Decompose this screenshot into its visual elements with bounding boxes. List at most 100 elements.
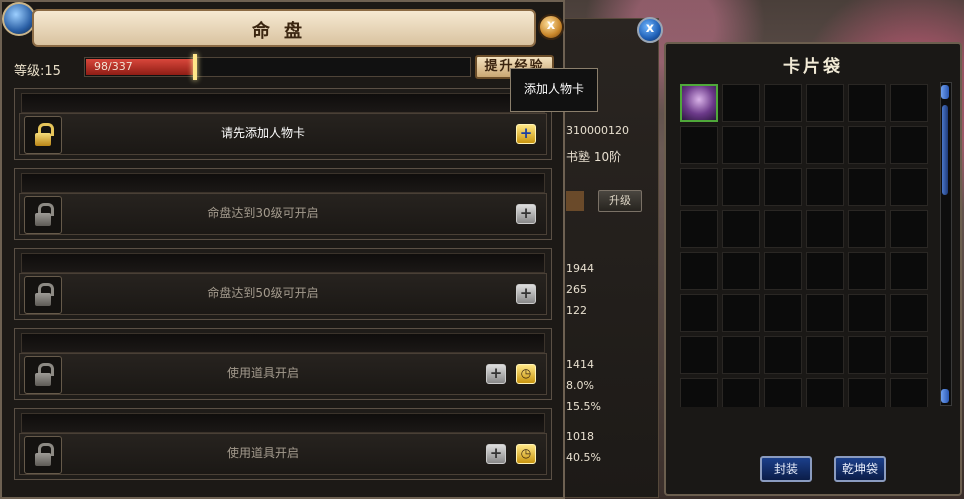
destiny-slot: 命盘达到50级可开启 + [14,248,552,320]
card-slot[interactable] [890,252,928,290]
stat-value: 书塾 10阶 [566,150,622,164]
card-slot[interactable] [848,294,886,332]
card-slot[interactable] [764,168,802,206]
card-slot[interactable] [806,126,844,164]
stat-value: 40.5% [566,451,601,464]
card-bag-title: 卡片袋 [783,57,843,77]
card-slot[interactable] [806,210,844,248]
card-slot[interactable] [890,210,928,248]
plus-icon[interactable]: + [516,284,536,304]
lock-icon [35,443,54,467]
tooltip: 添加人物卡 [510,68,598,112]
character-card-icon[interactable] [680,84,718,122]
card-slot[interactable] [890,336,928,374]
card-slot[interactable] [764,336,802,374]
card-slot[interactable] [722,210,760,248]
card-slot[interactable] [848,84,886,122]
lock-icon [35,203,54,227]
slot-header-strip [21,333,545,353]
card-slot[interactable] [680,378,718,407]
slot-body: 使用道具开启 + ◷ [19,433,547,475]
title-bar: 命盘 [32,9,536,47]
slot-text: 使用道具开启 [226,446,299,460]
slot-header-strip [21,413,545,433]
slot-header-strip [21,173,545,193]
card-slot[interactable] [764,252,802,290]
card-slot[interactable] [806,336,844,374]
card-bag-panel: 卡片袋 封装 乾坤袋 [664,42,962,496]
qiankun-bag-button[interactable]: 乾坤袋 [834,456,886,482]
card-slot[interactable] [848,336,886,374]
seal-button[interactable]: 封装 [760,456,812,482]
stat-value: 8.0% [566,379,594,392]
card-slot[interactable] [890,84,928,122]
slot-text: 使用道具开启 [226,366,299,380]
card-slot[interactable] [848,168,886,206]
destiny-slot: 请先添加人物卡 + [14,88,552,160]
card-slot[interactable] [722,378,760,407]
stat-value: 265 [566,283,587,296]
card-slot[interactable] [806,168,844,206]
card-slot[interactable] [848,126,886,164]
card-slot[interactable] [680,126,718,164]
card-slot[interactable] [722,126,760,164]
stat-value: 1018 [566,430,594,443]
slot-lock-box [24,356,62,394]
card-slot[interactable] [764,126,802,164]
card-slot[interactable] [806,84,844,122]
card-slot[interactable] [764,210,802,248]
card-slot[interactable] [680,336,718,374]
card-slot[interactable] [764,378,802,407]
card-slot[interactable] [680,294,718,332]
slot-lock-box [24,276,62,314]
card-slot[interactable] [680,168,718,206]
stat-value: 15.5% [566,400,601,413]
card-slot[interactable] [848,252,886,290]
clock-icon[interactable]: ◷ [516,364,536,384]
card-slot[interactable] [806,294,844,332]
card-slot[interactable] [890,126,928,164]
card-slot[interactable] [890,294,928,332]
card-slot[interactable] [848,378,886,407]
scroll-up-arrow[interactable] [941,85,949,99]
destiny-slot: 使用道具开启 + ◷ [14,408,552,480]
card-bag-scrollbar[interactable] [940,82,952,406]
card-slot[interactable] [680,210,718,248]
lock-icon [35,363,54,387]
slot-lock-box [24,196,62,234]
slot-text: 请先添加人物卡 [220,126,305,140]
card-slot[interactable] [722,84,760,122]
card-slot[interactable] [890,378,928,407]
card-slot[interactable] [890,168,928,206]
close-icon[interactable]: x [637,17,663,43]
destiny-slot: 命盘达到30级可开启 + [14,168,552,240]
card-slot[interactable] [764,294,802,332]
card-slot[interactable] [848,210,886,248]
card-slot[interactable] [764,84,802,122]
scroll-thumb[interactable] [942,105,948,195]
card-slot[interactable] [722,168,760,206]
card-slot[interactable] [722,252,760,290]
add-card-button[interactable]: + [516,124,536,144]
card-bag-grid [678,82,933,407]
card-slot[interactable] [722,336,760,374]
card-slot[interactable] [722,294,760,332]
stat-value: 122 [566,304,587,317]
clock-icon[interactable]: ◷ [516,444,536,464]
plus-icon[interactable]: + [486,364,506,384]
close-icon[interactable]: x [538,14,564,40]
card-slot[interactable] [680,252,718,290]
plus-icon[interactable]: + [486,444,506,464]
card-slot[interactable] [806,378,844,407]
exp-text: 98/337 [94,60,133,73]
slot-header-strip [21,253,545,273]
slot-body: 使用道具开启 + ◷ [19,353,547,395]
level-label: 等级:15 [14,64,61,79]
scroll-down-arrow[interactable] [941,389,949,403]
card-slot[interactable] [806,252,844,290]
destiny-panel: 命盘 x 等级:15 98/337 提升经验 请先添加人物卡 + 命盘达到30级… [0,0,565,499]
upgrade-button[interactable]: 升级 [598,190,642,212]
slot-text: 命盘达到50级可开启 [207,286,319,300]
plus-icon[interactable]: + [516,204,536,224]
stat-value: 1944 [566,262,594,275]
